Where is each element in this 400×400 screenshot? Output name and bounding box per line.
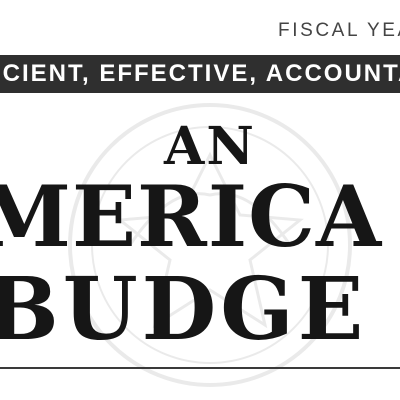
title-line-american: MERICA <box>0 167 383 266</box>
bottom-rule <box>0 367 400 369</box>
subtitle-banner: ICIENT, EFFECTIVE, ACCOUNTA <box>0 55 400 93</box>
fiscal-year-label: FISCAL YEA <box>278 20 400 41</box>
title-line-budget: BUDGE <box>0 259 368 360</box>
title-line-an: AN <box>164 116 256 177</box>
document-cover: FISCAL YEA ICIENT, EFFECTIVE, ACCOUNTA A… <box>0 0 400 400</box>
banner-text: ICIENT, EFFECTIVE, ACCOUNTA <box>0 60 400 87</box>
